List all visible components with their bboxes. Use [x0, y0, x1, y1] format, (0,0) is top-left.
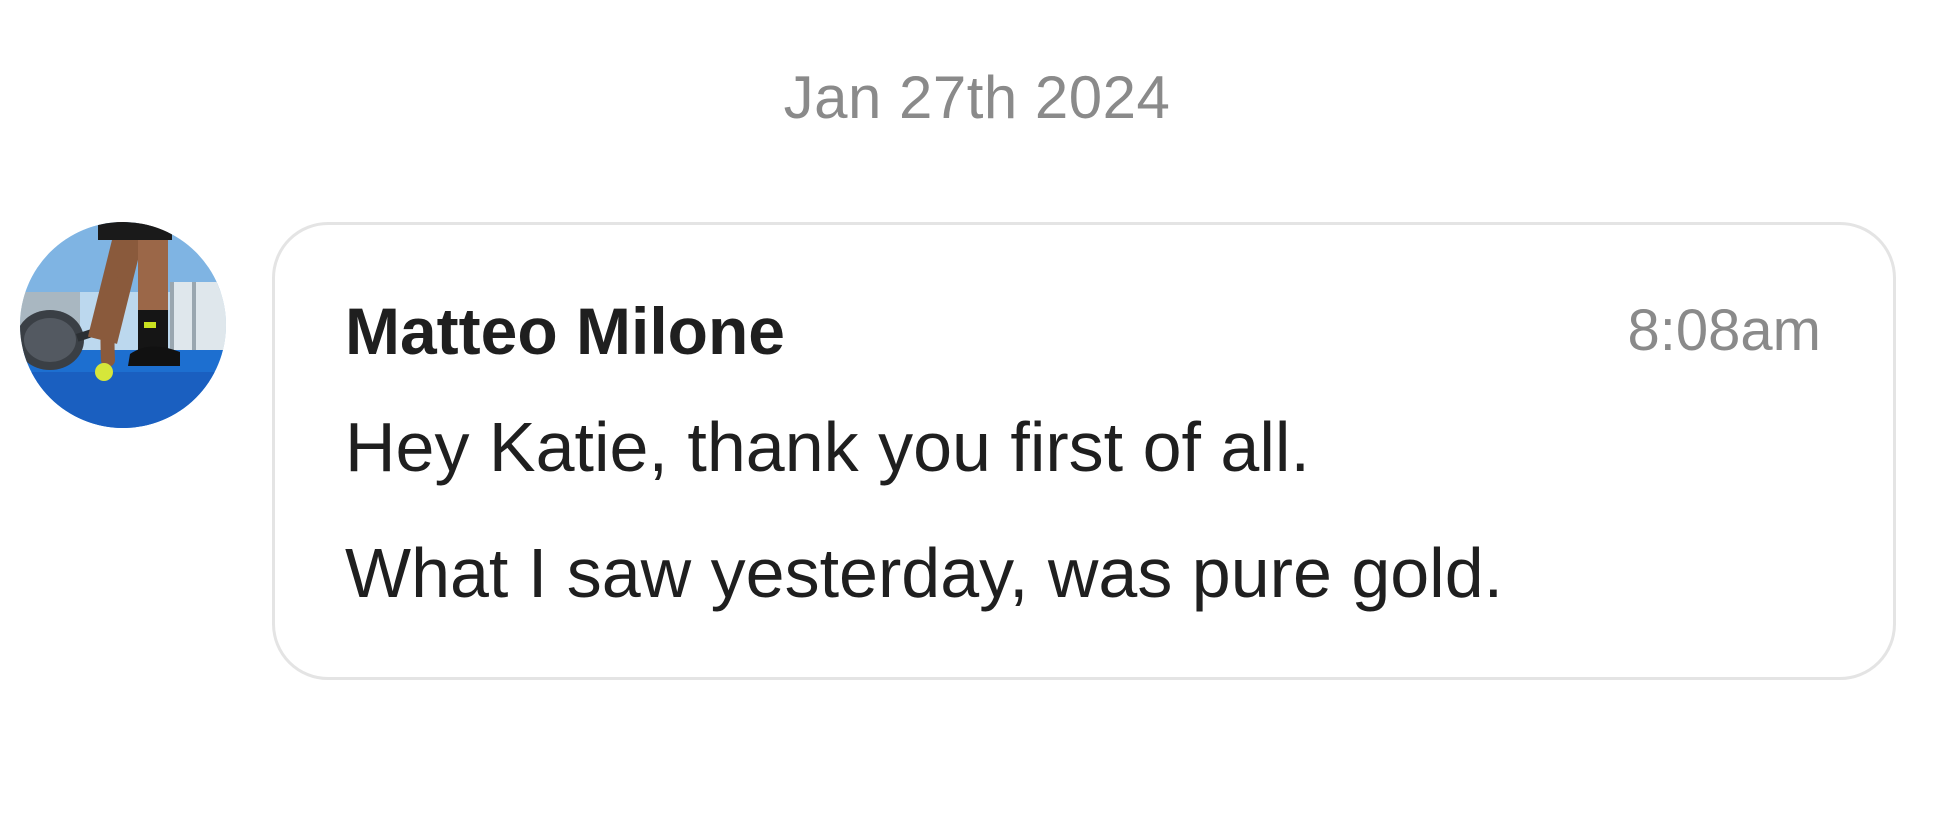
message-bubble[interactable]: Matteo Milone 8:08am Hey Katie, thank yo…	[272, 222, 1896, 680]
user-avatar-photo-icon	[20, 222, 226, 428]
sender-name[interactable]: Matteo Milone	[345, 291, 785, 371]
message-text-line: What I saw yesterday, was pure gold.	[345, 534, 1504, 612]
message-timestamp: 8:08am	[1627, 298, 1821, 363]
date-separator: Jan 27th 2024	[783, 64, 1171, 131]
message-text-line: Hey Katie, thank you first of all.	[345, 408, 1310, 486]
avatar[interactable]	[20, 222, 226, 428]
